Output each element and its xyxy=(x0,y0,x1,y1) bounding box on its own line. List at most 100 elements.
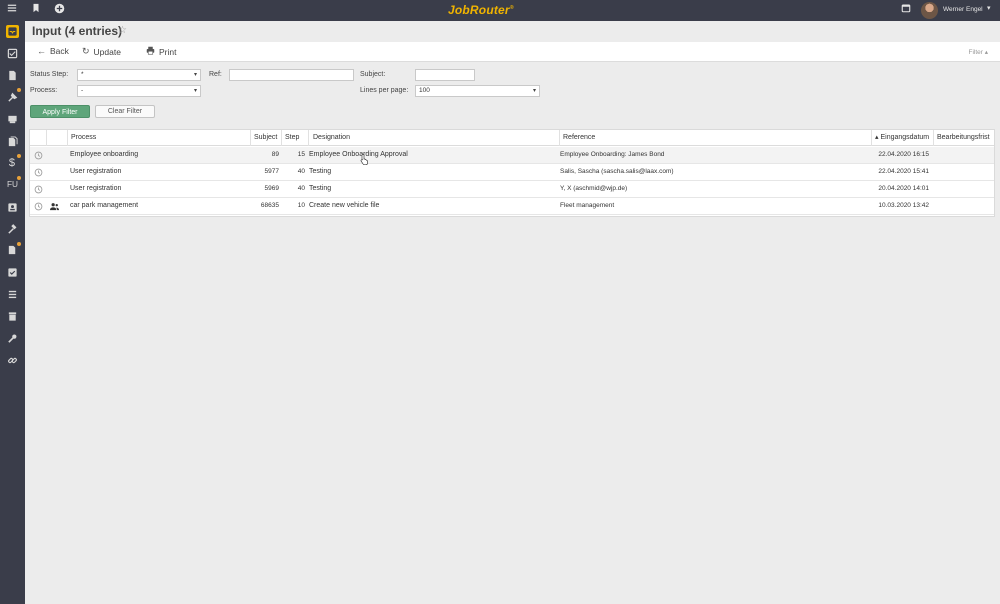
cell-step: 15 xyxy=(297,151,305,158)
cell-reference: Employee Onboarding: James Bond xyxy=(560,151,665,158)
clear-filter-button[interactable]: Clear Filter xyxy=(95,105,155,118)
cell-designation: Testing xyxy=(309,185,332,192)
cell-deadline xyxy=(935,147,993,164)
status-step-select[interactable]: * ▾ xyxy=(77,69,201,81)
cell-process: User registration xyxy=(70,185,122,192)
cell-subject: 5977 xyxy=(264,168,279,175)
cell-process: User registration xyxy=(70,168,122,175)
column-header-eingangsdatum[interactable]: ▴ Eingangsdatum xyxy=(871,130,933,146)
table-header: Process Subject Step Designation Referen… xyxy=(30,130,994,146)
user-caret-icon[interactable]: ▾ xyxy=(987,4,991,12)
pointer-cursor-icon xyxy=(360,153,368,165)
table-row[interactable]: User registration 5977 40 Testing Salis,… xyxy=(30,164,994,181)
arrow-left-icon: ← xyxy=(37,46,46,56)
cell-process: car park management xyxy=(70,202,139,209)
sort-asc-icon: ▴ xyxy=(875,134,879,141)
cell-date: 22.04.2020 15:41 xyxy=(878,168,929,175)
lines-per-page-select[interactable]: 100 ▾ xyxy=(415,85,540,97)
ref-label: Ref: xyxy=(209,71,222,78)
list-icon[interactable] xyxy=(6,288,19,301)
svg-text:FU: FU xyxy=(7,180,18,189)
brand-logo: JobRouter® xyxy=(448,3,514,17)
cell-step: 40 xyxy=(297,168,305,175)
history-icon[interactable] xyxy=(34,151,43,160)
archive-icon[interactable] xyxy=(6,310,19,323)
column-header-reference[interactable]: Reference xyxy=(559,130,871,146)
chevron-down-icon: ▾ xyxy=(193,88,197,94)
filter-toggle[interactable]: Filter ▴ xyxy=(968,48,988,56)
cell-deadline xyxy=(935,198,993,215)
cell-designation: Create new vehicle file xyxy=(309,202,380,209)
column-header-status xyxy=(30,130,46,146)
folder-icon[interactable] xyxy=(6,135,19,148)
user-name[interactable]: Werner Engel xyxy=(943,6,983,13)
notification-badge xyxy=(17,242,21,246)
cell-step: 40 xyxy=(297,185,305,192)
back-button[interactable]: ← Back xyxy=(37,46,69,56)
link-icon[interactable] xyxy=(6,354,19,367)
wrench-icon[interactable] xyxy=(6,332,19,345)
tray-icon[interactable] xyxy=(6,47,19,60)
cell-reference: Y, X (aschmid@wjp.de) xyxy=(560,185,628,192)
bookmark-icon[interactable] xyxy=(29,3,43,17)
tag-icon[interactable] xyxy=(6,113,19,126)
document-icon[interactable] xyxy=(6,69,19,82)
entries-table: Process Subject Step Designation Referen… xyxy=(29,129,995,217)
cell-process: Employee onboarding xyxy=(70,151,139,158)
contacts-icon[interactable] xyxy=(6,201,19,214)
process-select[interactable]: - ▾ xyxy=(77,85,201,97)
hammer-icon[interactable] xyxy=(6,223,19,236)
subject-label: Subject: xyxy=(360,71,386,78)
cell-reference: Salis, Sascha (sascha.salis@laax.com) xyxy=(560,168,674,175)
history-icon[interactable] xyxy=(34,185,43,194)
cell-reference: Fleet management xyxy=(560,202,615,209)
avatar[interactable] xyxy=(921,2,938,19)
tasks-icon[interactable] xyxy=(6,266,19,279)
cell-subject: 68635 xyxy=(260,202,279,209)
apply-filter-button[interactable]: Apply Filter xyxy=(30,105,90,118)
chevron-up-icon: ▴ xyxy=(984,49,988,56)
toolbar: ← Back ↻ Update Print Filter ▴ xyxy=(25,42,1000,62)
top-bar: JobRouter® Werner Engel ▾ xyxy=(0,0,1000,21)
process-label: Process: xyxy=(30,87,58,94)
cell-deadline xyxy=(935,181,993,198)
page-title: Input (4 entries) xyxy=(32,24,123,38)
cell-date: 22.04.2020 16:15 xyxy=(878,151,929,158)
table-row[interactable]: car park management 68635 10 Create new … xyxy=(30,198,994,215)
tools-icon[interactable] xyxy=(6,91,19,104)
cell-date: 20.04.2020 14:01 xyxy=(878,185,929,192)
cell-designation: Testing xyxy=(309,168,332,175)
notification-badge xyxy=(17,88,21,92)
favorite-star-icon[interactable]: ☆ xyxy=(118,25,127,36)
update-button[interactable]: ↻ Update xyxy=(82,46,121,57)
notification-badge xyxy=(17,154,21,158)
inbox-icon[interactable] xyxy=(6,25,19,38)
subject-input[interactable] xyxy=(415,69,475,81)
cell-deadline xyxy=(935,164,993,181)
printer-icon xyxy=(146,46,155,57)
column-header-subject[interactable]: Subject xyxy=(250,130,281,146)
cell-date: 10.03.2020 13:42 xyxy=(878,202,929,209)
cell-designation: Employee Onboarding Approval xyxy=(309,151,408,158)
column-header-designation[interactable]: Designation xyxy=(308,130,559,146)
history-icon[interactable] xyxy=(34,168,43,177)
lines-per-page-label: Lines per page: xyxy=(360,87,409,94)
table-row[interactable]: User registration 5969 40 Testing Y, X (… xyxy=(30,181,994,198)
menu-icon[interactable] xyxy=(5,3,19,17)
sidebar: $ FU xyxy=(0,21,25,604)
print-button[interactable]: Print xyxy=(146,46,176,57)
history-icon[interactable] xyxy=(34,202,43,211)
notification-badge xyxy=(17,176,21,180)
column-header-process[interactable]: Process xyxy=(67,130,250,146)
ref-input[interactable] xyxy=(229,69,354,81)
column-header-step[interactable]: Step xyxy=(281,130,308,146)
column-header-bearbeitungsfrist[interactable]: Bearbeitungsfrist xyxy=(933,130,994,146)
calendar-icon[interactable] xyxy=(899,3,913,17)
table-row[interactable]: Employee onboarding 89 15 Employee Onboa… xyxy=(30,147,994,164)
add-icon[interactable] xyxy=(52,3,66,17)
column-header-icon xyxy=(46,130,67,146)
user-group-icon xyxy=(50,203,59,211)
svg-text:$: $ xyxy=(9,157,15,167)
refresh-icon: ↻ xyxy=(82,46,90,56)
chevron-down-icon: ▾ xyxy=(532,88,536,94)
